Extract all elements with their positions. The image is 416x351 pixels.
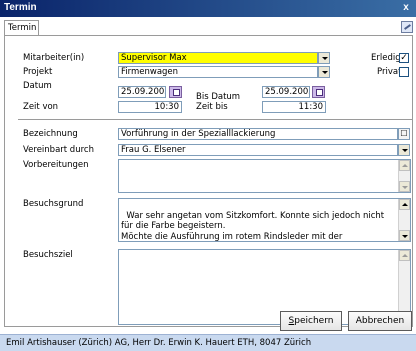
vorbereitungen-label: Vorbereitungen — [23, 160, 89, 170]
edit-icon[interactable] — [401, 21, 413, 33]
save-button[interactable]: Speichern — [280, 311, 342, 331]
besuchsgrund-label: Besuchsgrund — [23, 199, 84, 209]
calendar-icon[interactable] — [169, 86, 182, 98]
mitarbeiter-select[interactable]: Supervisor Max — [118, 52, 318, 64]
bezeichnung-label: Bezeichnung — [23, 129, 78, 139]
cancel-button[interactable]: Abbrechen — [348, 311, 412, 331]
close-icon[interactable]: x — [399, 1, 413, 15]
zeit-von-field[interactable]: 10:30 — [118, 101, 182, 113]
scroll-up-icon[interactable] — [399, 250, 410, 261]
window-title: Termin — [4, 2, 37, 13]
vereinbart-label: Vereinbart durch — [23, 145, 94, 155]
zeit-bis-label: Zeit bis — [196, 102, 228, 112]
scroll-down-icon[interactable] — [399, 181, 410, 192]
zeit-von-label: Zeit von — [23, 102, 59, 112]
projekt-label: Projekt — [23, 67, 53, 77]
scroll-down-icon[interactable] — [399, 230, 410, 241]
bis-datum-field[interactable]: 25.09.2003 — [262, 86, 310, 98]
status-bar: Emil Artishauser (Zürich) AG, Herr Dr. E… — [0, 334, 416, 351]
mitarbeiter-label: Mitarbeiter(in) — [23, 53, 85, 63]
bis-datum-label: Bis Datum — [196, 92, 241, 102]
vorbereitungen-scrollbar[interactable] — [398, 160, 410, 192]
projekt-select[interactable]: Firmenwagen — [118, 66, 318, 78]
chevron-down-icon[interactable] — [318, 52, 330, 64]
chevron-down-icon[interactable] — [318, 66, 330, 78]
scroll-up-icon[interactable] — [399, 160, 410, 171]
chevron-down-icon[interactable] — [398, 144, 410, 156]
zeit-bis-field[interactable]: 11:30 — [262, 101, 326, 113]
save-label-rest: peichern — [294, 316, 334, 326]
tab-termin[interactable]: Termin — [4, 20, 39, 36]
erledigt-checkbox[interactable]: ✓ — [399, 53, 409, 63]
vereinbart-select[interactable]: Frau G. Elsener — [118, 144, 398, 156]
privat-label: Privat — [377, 67, 402, 77]
datum-field[interactable]: 25.09.2003 — [118, 86, 166, 98]
calendar-icon[interactable] — [312, 86, 325, 98]
title-bar: Termin x — [0, 0, 416, 17]
scroll-up-icon[interactable] — [399, 199, 410, 210]
besuchsziel-label: Besuchsziel — [23, 250, 73, 260]
status-text: Emil Artishauser (Zürich) AG, Herr Dr. E… — [6, 338, 312, 348]
lookup-icon[interactable]: ☐ — [398, 128, 410, 140]
datum-label: Datum — [23, 81, 52, 91]
besuchsgrund-textarea[interactable]: War sehr angetan vom Sitzkomfort. Konnte… — [118, 198, 411, 242]
besuchsgrund-text: War sehr angetan vom Sitzkomfort. Konnte… — [121, 210, 385, 242]
divider — [18, 119, 412, 120]
privat-checkbox[interactable] — [399, 67, 409, 77]
besuchsgrund-scrollbar[interactable] — [398, 199, 410, 241]
bezeichnung-field[interactable]: Vorführung in der Spezialllackierung — [118, 128, 398, 140]
vorbereitungen-textarea[interactable] — [118, 159, 411, 193]
